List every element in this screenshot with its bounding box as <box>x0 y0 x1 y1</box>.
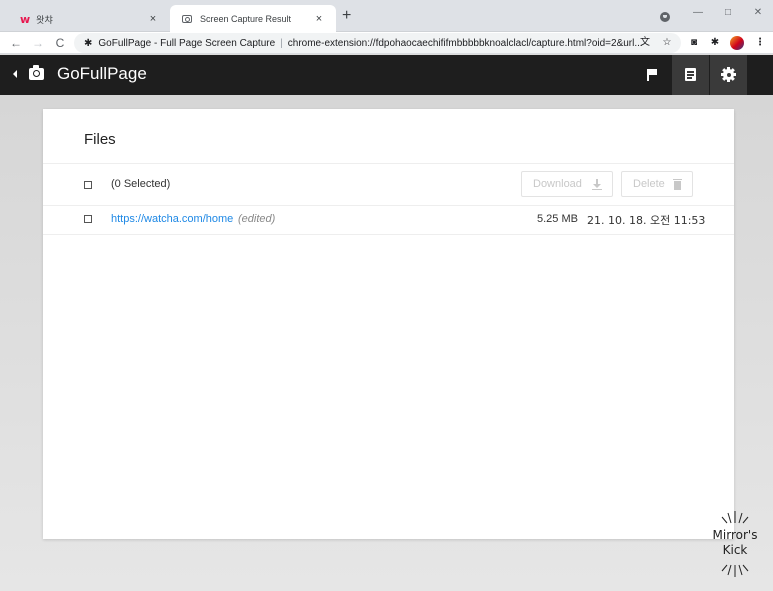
browser-toolbar: ← → C ✱ GoFullPage - Full Page Screen Ca… <box>0 32 773 54</box>
extension-puzzle-icon: ✱ <box>84 37 93 49</box>
files-card: Files (0 Selected) Download Delete https… <box>43 109 734 539</box>
watermark-rays-top <box>721 511 749 524</box>
back-button[interactable]: ← <box>8 34 24 52</box>
tab-close-icon[interactable]: × <box>310 13 328 25</box>
avatar[interactable] <box>730 36 744 50</box>
watermark-line1: Mirror's <box>712 528 758 542</box>
select-all-checkbox[interactable] <box>84 181 92 189</box>
download-label: Download <box>533 178 582 190</box>
menu-kebab-icon[interactable]: ⋮ <box>752 35 768 51</box>
tab-title: 왓챠 <box>36 14 53 25</box>
gear-icon <box>721 67 736 82</box>
camera-icon[interactable]: ◙ <box>686 35 702 51</box>
forward-button[interactable]: → <box>30 34 46 52</box>
watermark-text: Mirror's Kick <box>705 528 765 558</box>
delete-label: Delete <box>633 178 665 190</box>
settings-button[interactable] <box>710 55 747 95</box>
app-title: GoFullPage <box>57 64 147 83</box>
download-button[interactable]: Download <box>521 171 613 197</box>
translate-icon[interactable]: 文 <box>637 35 653 51</box>
collapse-arrow-icon[interactable] <box>13 70 17 78</box>
watermark-logo: Mirror's Kick <box>705 508 765 583</box>
star-icon[interactable]: ☆ <box>659 35 675 51</box>
divider <box>43 234 734 235</box>
report-flag-button[interactable] <box>633 55 670 95</box>
reload-button[interactable]: C <box>52 34 68 52</box>
profile-icon[interactable] <box>660 12 670 22</box>
new-tab-button[interactable]: + <box>342 7 351 25</box>
watermark-rays-bottom <box>721 564 749 577</box>
download-icon <box>591 178 602 190</box>
watcha-favicon-icon: w <box>20 12 31 26</box>
address-bar[interactable]: ✱ GoFullPage - Full Page Screen Capture … <box>74 33 681 53</box>
address-url: chrome-extension://fdpohaocaechififmbbbb… <box>287 37 643 49</box>
maximize-button[interactable]: □ <box>714 4 742 22</box>
file-link[interactable]: https://watcha.com/home <box>111 213 233 225</box>
file-size: 5.25 MB <box>537 213 578 225</box>
watermark-line2: Kick <box>722 543 748 557</box>
tab-watcha[interactable]: w 왓챠 × <box>8 6 170 32</box>
tab-screen-capture-result[interactable]: Screen Capture Result × <box>170 5 336 33</box>
file-edited-note: (edited) <box>238 213 276 225</box>
address-separator: | <box>280 37 283 49</box>
file-date: 21. 10. 18. 오전 11:53 <box>587 214 706 227</box>
trash-icon <box>672 178 682 190</box>
minimize-button[interactable]: — <box>684 4 712 22</box>
browser-tab-strip: w 왓챠 × Screen Capture Result × + — □ ✕ <box>0 0 773 33</box>
tab-close-icon[interactable]: × <box>144 13 162 25</box>
tab-title: Screen Capture Result <box>200 14 292 24</box>
files-button[interactable] <box>672 55 709 95</box>
app-header: GoFullPage <box>0 55 773 95</box>
camera-favicon-icon <box>182 15 192 23</box>
divider <box>43 205 734 206</box>
file-row-checkbox[interactable] <box>84 215 92 223</box>
camera-logo-icon <box>29 65 44 80</box>
document-icon <box>685 68 696 81</box>
flag-icon <box>647 69 657 81</box>
close-window-button[interactable]: ✕ <box>744 4 772 22</box>
delete-button[interactable]: Delete <box>621 171 693 197</box>
selected-count: (0 Selected) <box>111 178 171 190</box>
address-site-name: GoFullPage - Full Page Screen Capture <box>98 37 276 49</box>
puzzle-icon[interactable]: ✱ <box>707 35 723 51</box>
page-title: Files <box>84 131 116 148</box>
divider <box>43 163 734 164</box>
